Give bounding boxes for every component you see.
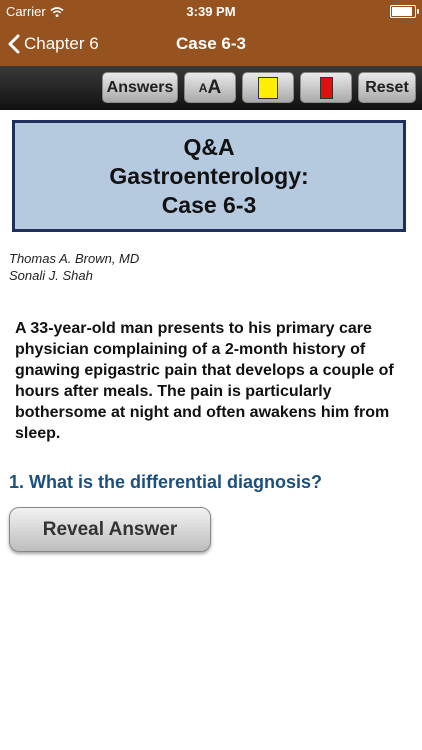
case-title-line-1: Q&A <box>183 133 235 160</box>
status-time: 3:39 PM <box>186 4 236 19</box>
authors: Thomas A. Brown, MD Sonali J. Shah <box>9 250 139 284</box>
yellow-highlighter-icon <box>258 76 278 99</box>
red-highlight-button[interactable] <box>300 72 352 103</box>
case-title-box: Q&A Gastroenterology: Case 6-3 <box>12 120 406 232</box>
author-name: Thomas A. Brown, MD <box>9 251 140 266</box>
question-heading: 1. What is the differential diagnosis? <box>9 472 323 492</box>
answers-button[interactable]: Answers <box>102 72 178 103</box>
back-label: Chapter 6 <box>24 34 99 53</box>
font-size-large-glyph: A <box>207 76 222 98</box>
font-size-small-glyph: A <box>198 80 208 95</box>
case-description: A 33-year-old man presents to his primar… <box>15 320 394 442</box>
battery-icon <box>390 5 419 18</box>
back-button[interactable]: Chapter 6 <box>8 22 99 66</box>
case-title-line-2: Gastroenterology: <box>109 162 309 189</box>
chevron-left-icon <box>8 34 20 54</box>
font-size-button[interactable]: AA <box>184 72 236 103</box>
toolbar: Answers AA Reset <box>0 66 422 110</box>
reset-button[interactable]: Reset <box>358 72 416 103</box>
case-title-line-3: Case 6-3 <box>161 191 257 218</box>
yellow-highlight-button[interactable] <box>242 72 294 103</box>
status-bar: Carrier 3:39 PM <box>0 0 422 22</box>
reveal-answer-button[interactable]: Reveal Answer <box>9 507 211 552</box>
red-highlighter-icon <box>319 76 333 99</box>
author-name: Sonali J. Shah <box>9 268 93 283</box>
navigation-bar: Chapter 6 Case 6-3 <box>0 22 422 66</box>
